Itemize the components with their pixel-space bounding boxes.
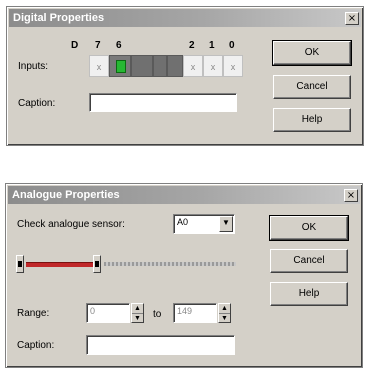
spin-up-icon[interactable]: ▲ [219,304,230,313]
bit-header-2: 2 [189,40,195,51]
led-on-icon [116,60,126,73]
digital-caption-label: Caption: [18,98,56,109]
digital-help-button[interactable]: Help [273,108,351,132]
analogue-title-bar[interactable]: Analogue Properties [8,186,360,204]
close-icon: × [346,190,356,201]
spin-up-icon[interactable]: ▲ [132,304,143,313]
bit-header-1: 1 [209,40,215,51]
analogue-title: Analogue Properties [12,189,120,201]
digital-ok-button[interactable]: OK [272,40,352,66]
range-label: Range: [17,308,50,319]
analogue-close-button[interactable]: × [344,189,358,202]
chevron-down-icon[interactable]: ▼ [219,216,233,232]
sensor-select[interactable]: A0 ▼ [173,214,235,234]
spin-down-icon[interactable]: ▼ [132,313,143,323]
bit-header-7: 7 [95,40,101,51]
slider-left-thumb[interactable] [16,255,24,273]
analogue-caption-field[interactable] [86,335,235,355]
digital-cancel-button[interactable]: Cancel [273,75,351,99]
bit-box[interactable]: x [203,55,223,77]
bit-box[interactable]: x [183,55,203,77]
sensor-select-value: A0 [177,217,189,227]
analogue-help-button[interactable]: Help [270,282,348,306]
range-max-spinner[interactable]: ▲ ▼ [218,303,231,323]
spin-down-icon[interactable]: ▼ [219,313,230,323]
bit-box[interactable] [109,55,131,77]
range-min-spinner[interactable]: ▲ ▼ [131,303,144,323]
digital-title: Digital Properties [13,12,105,24]
bit-box[interactable] [153,55,167,77]
slider-track [104,262,236,266]
analogue-ok-button[interactable]: OK [269,215,349,241]
slider-fill [26,262,98,267]
bit-header-6: 6 [116,40,122,51]
analogue-cancel-button[interactable]: Cancel [270,249,348,273]
bit-header-0: 0 [229,40,235,51]
digital-close-button[interactable]: × [345,12,359,25]
range-max-field[interactable]: 149 [173,303,217,323]
range-min-field[interactable]: 0 [86,303,130,323]
inputs-label: Inputs: [18,61,49,72]
sensor-label: Check analogue sensor: [17,219,125,230]
bit-box[interactable] [131,55,153,77]
bit-header-d: D [71,40,79,51]
bit-box[interactable] [167,55,183,77]
digital-title-bar[interactable]: Digital Properties [9,9,361,27]
digital-caption-field[interactable] [89,93,237,112]
bit-box[interactable]: x [223,55,243,77]
close-icon: × [347,13,357,24]
analogue-caption-label: Caption: [17,340,55,351]
bit-box[interactable]: x [89,55,109,77]
range-to-label: to [153,309,162,320]
slider-thumb[interactable] [93,255,102,273]
